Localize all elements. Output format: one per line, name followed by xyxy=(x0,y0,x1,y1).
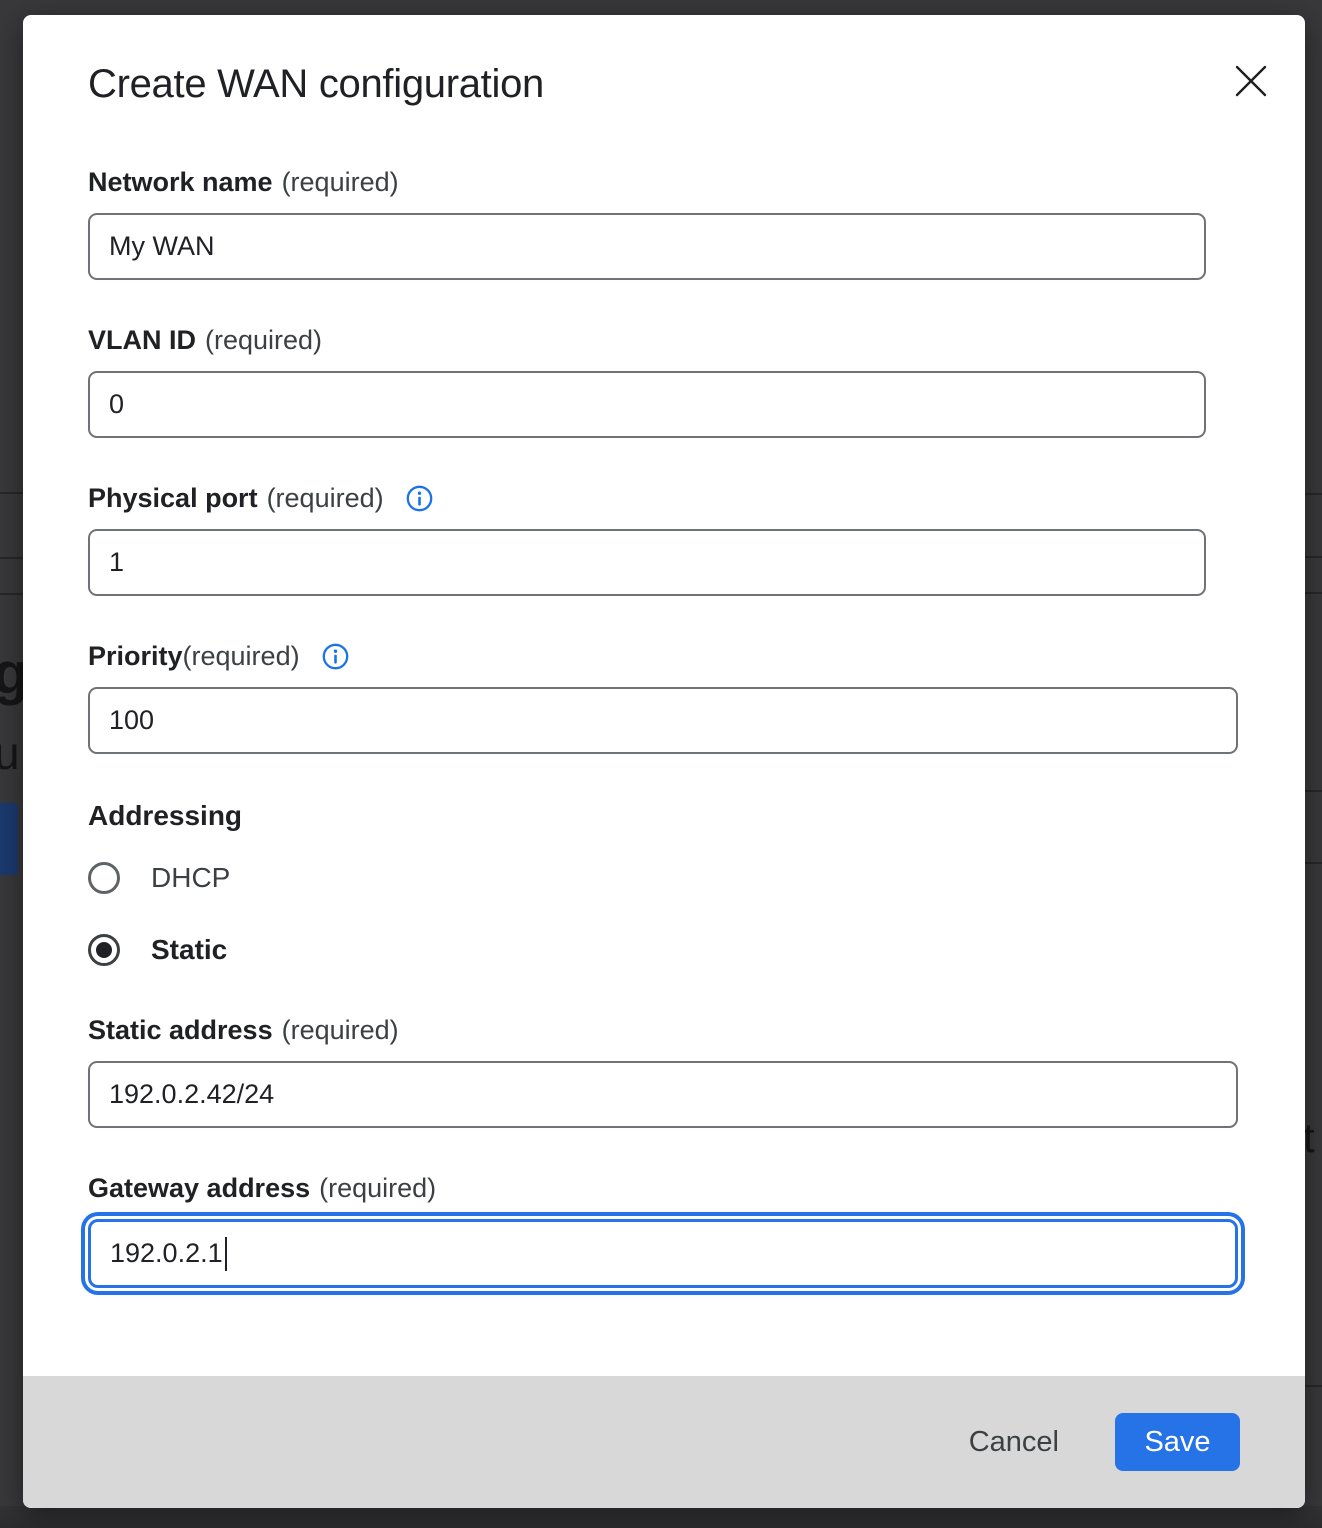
gateway-address-value: 192.0.2.1 xyxy=(110,1238,223,1269)
priority-input[interactable]: 100 xyxy=(88,687,1238,754)
addressing-heading: Addressing xyxy=(88,800,1240,832)
background-table-line xyxy=(0,593,23,595)
background-button-fragment xyxy=(0,803,18,875)
dialog-footer: Cancel Save xyxy=(23,1376,1305,1508)
priority-info-icon[interactable] xyxy=(322,643,349,670)
radio-selected-icon[interactable] xyxy=(88,934,120,966)
priority-label: Priority (required) xyxy=(88,640,1240,672)
radio-unselected-icon[interactable] xyxy=(88,862,120,894)
save-button[interactable]: Save xyxy=(1115,1413,1240,1471)
vlan-id-input[interactable]: 0 xyxy=(88,371,1206,438)
background-table-line xyxy=(1303,862,1322,864)
gateway-address-label: Gateway address (required) xyxy=(88,1172,1240,1204)
radio-option-dhcp[interactable]: DHCP xyxy=(88,862,1240,894)
static-address-input[interactable]: 192.0.2.42/24 xyxy=(88,1061,1238,1128)
dialog-title: Create WAN configuration xyxy=(88,60,1240,108)
physical-port-input[interactable]: 1 xyxy=(88,529,1206,596)
background-table-line xyxy=(1303,592,1322,594)
radio-label-static: Static xyxy=(151,934,227,966)
radio-label-dhcp: DHCP xyxy=(151,862,230,894)
background-table-line xyxy=(1303,1385,1322,1387)
background-table-line xyxy=(1303,493,1322,495)
vlan-id-label: VLAN ID (required) xyxy=(88,324,1240,356)
network-name-label: Network name (required) xyxy=(88,166,1240,198)
physical-port-label: Physical port (required) xyxy=(88,482,1240,514)
background-table-line xyxy=(0,492,23,494)
create-wan-configuration-dialog: Create WAN configuration Network name (r… xyxy=(23,15,1305,1508)
background-table-line xyxy=(1303,556,1322,558)
static-address-label: Static address (required) xyxy=(88,1014,1240,1046)
physical-port-info-icon[interactable] xyxy=(406,485,433,512)
background-shade xyxy=(0,1506,1322,1528)
text-cursor xyxy=(225,1237,227,1271)
background-table-line xyxy=(1303,790,1322,792)
network-name-input[interactable]: My WAN xyxy=(88,213,1206,280)
background-text-fragment: u xyxy=(0,726,20,780)
gateway-address-input[interactable]: 192.0.2.1 xyxy=(88,1219,1238,1288)
background-table-line xyxy=(0,557,23,559)
radio-option-static[interactable]: Static xyxy=(88,934,1240,966)
cancel-button[interactable]: Cancel xyxy=(963,1416,1065,1469)
